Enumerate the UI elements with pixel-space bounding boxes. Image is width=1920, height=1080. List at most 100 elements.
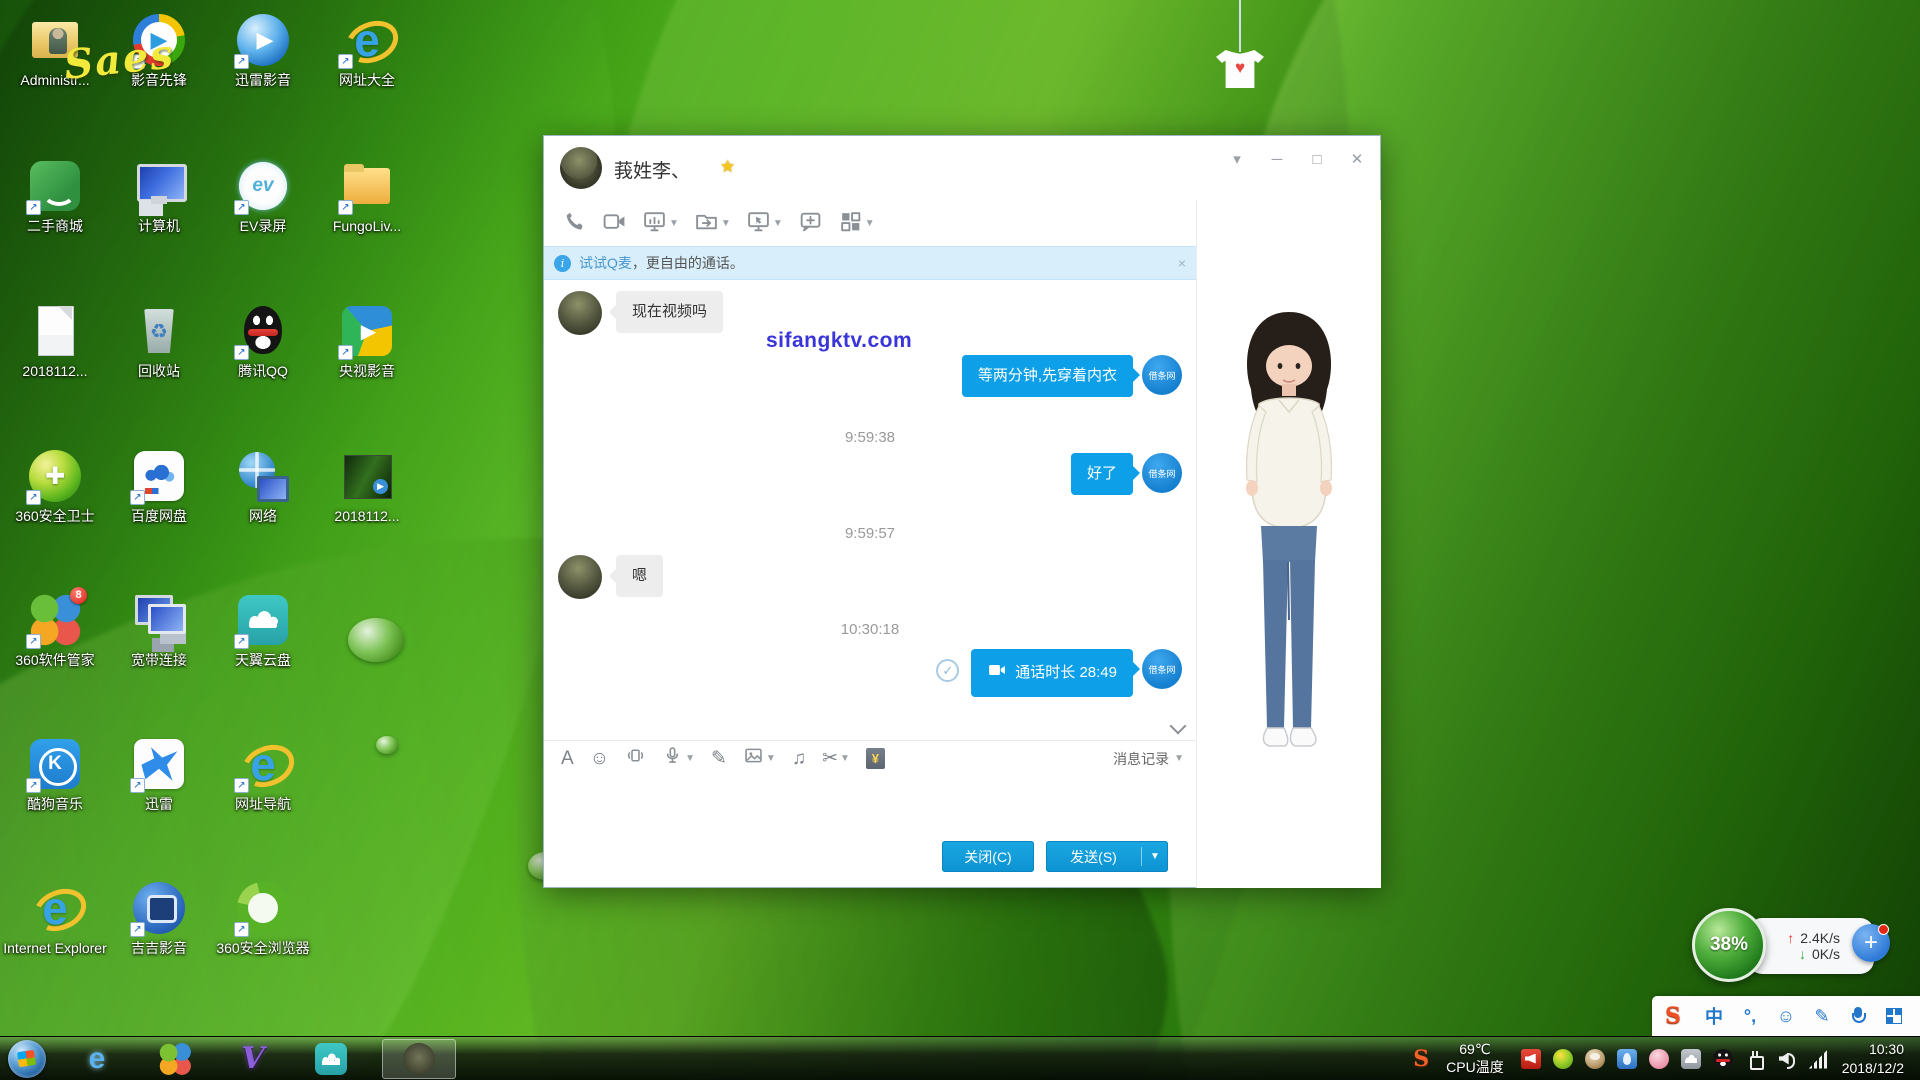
screen-share-dropdown-caret[interactable]: ▼ (669, 218, 679, 229)
desktop-icon-fungolive[interactable]: ↗FungoLiv... (315, 158, 419, 235)
ime-emoji-icon[interactable]: ☺ (1768, 1001, 1804, 1031)
file-transfer-icon[interactable]: ▼ (690, 208, 735, 238)
taskbar-button-v-player[interactable]: V (226, 1039, 280, 1079)
contact-avatar[interactable] (558, 555, 602, 599)
start-button[interactable] (8, 1040, 46, 1078)
desktop-icon-yingyin-xianfeng[interactable]: ▶↗影音先锋 (107, 12, 211, 89)
taskbar-button-sogou-browser[interactable] (148, 1039, 202, 1079)
tray-icon-announcement[interactable] (1521, 1049, 1541, 1069)
contact-avatar[interactable] (558, 291, 602, 335)
apps-dropdown-caret[interactable]: ▼ (865, 218, 875, 229)
send-image-dropdown-caret[interactable]: ▼ (766, 753, 776, 764)
desktop-icon-ershou-shangcheng[interactable]: ↗二手商城 (3, 158, 107, 235)
screen-capture-icon[interactable]: ✂▼ (817, 745, 855, 773)
tray-icon-power-plug[interactable] (1745, 1049, 1765, 1069)
desktop-icon-xunlei-yingyin[interactable]: ▶↗迅雷影音 (211, 12, 315, 89)
red-packet-icon[interactable]: ¥ (861, 745, 890, 773)
taskbar-button-cloud-drive[interactable] (304, 1039, 358, 1079)
taskbar-button-chat-window-task[interactable] (382, 1039, 456, 1079)
tray-icon-assistant[interactable] (1585, 1049, 1605, 1069)
send-button[interactable]: 发送(S) ▼ (1046, 841, 1168, 872)
companion-avatar-girl[interactable] (1211, 300, 1368, 780)
music-icon[interactable]: ♫ (787, 745, 811, 773)
sogou-logo[interactable]: S (1658, 1001, 1688, 1031)
tray-icon-qq[interactable] (1713, 1049, 1733, 1069)
scroll-to-bottom-icon[interactable] (1170, 718, 1186, 734)
sogou-tray-icon[interactable]: S (1413, 1046, 1429, 1072)
desktop-icon-xunlei[interactable]: ↗迅雷 (107, 736, 211, 813)
tray-icon-cloud-sync[interactable] (1681, 1049, 1701, 1069)
memory-usage-ball[interactable]: 38% (1692, 908, 1766, 982)
tray-icon-pc-manager[interactable] (1617, 1049, 1637, 1069)
message-input[interactable] (544, 777, 1196, 839)
history-dropdown-caret[interactable]: ▼ (1174, 753, 1184, 764)
desktop-icon-ev-luping[interactable]: ev↗EV录屏 (211, 158, 315, 235)
tray-icon-app-pink[interactable] (1649, 1049, 1669, 1069)
shake-window-icon[interactable] (620, 745, 651, 773)
desktop-icon-video-2018112[interactable]: ▶2018112... (315, 448, 419, 525)
taskbar-clock[interactable]: 10:30 2018/12/2 (1842, 1040, 1904, 1076)
close-button[interactable]: 关闭(C) (942, 841, 1034, 872)
message-history[interactable]: 现在视频吗sifangktv.com等两分钟,先穿着内衣借条网9:59:38好了… (544, 281, 1196, 740)
tray-icon-volume[interactable] (1777, 1049, 1797, 1069)
voice-call-icon[interactable] (558, 208, 591, 238)
notice-close-icon[interactable]: × (1178, 255, 1186, 271)
desktop-icon-wangzhi-daquan[interactable]: e↗网址大全 (315, 12, 419, 89)
desktop-icon-wangzhi-daohang[interactable]: e↗网址导航 (211, 736, 315, 813)
desktop-icon-jisuanji[interactable]: 计算机 (107, 158, 211, 235)
contact-avatar[interactable] (560, 147, 602, 189)
desktop-icon-tianyi-yunpan[interactable]: ↗天翼云盘 (211, 592, 315, 669)
send-options-caret-icon[interactable]: ▼ (1142, 851, 1168, 862)
remote-demo-icon[interactable]: ▼ (742, 208, 787, 238)
emoticon-icon[interactable]: ☺ (585, 745, 614, 773)
handwriting-icon[interactable]: ✎ (706, 745, 732, 773)
hanging-tshirt-widget[interactable]: ♥ (1208, 0, 1272, 100)
ime-voice-input-icon[interactable] (1840, 1001, 1876, 1031)
desktop-icon-yangshi-yingyin[interactable]: ▶↗央视影音 (315, 303, 419, 380)
self-avatar[interactable]: 借条网 (1142, 355, 1182, 395)
desktop-icon-doc-2018112[interactable]: 2018112... (3, 303, 107, 380)
desktop-icon-administrator[interactable]: Administr... (3, 12, 107, 89)
close-button[interactable]: ✕ (1344, 148, 1370, 170)
maximize-button[interactable]: □ (1304, 148, 1330, 170)
screen-capture-dropdown-caret[interactable]: ▼ (840, 753, 850, 764)
remote-demo-dropdown-caret[interactable]: ▼ (773, 218, 783, 229)
taskbar-button-internet-explorer[interactable]: e (70, 1039, 124, 1079)
accelerate-button[interactable]: + (1852, 924, 1890, 962)
voice-message-icon[interactable]: ▼ (657, 745, 700, 773)
self-avatar[interactable]: 借条网 (1142, 453, 1182, 493)
tray-icon-network-signal[interactable] (1809, 1049, 1829, 1069)
desktop-icon-wangluo[interactable]: 网络 (211, 448, 315, 525)
ime-lang-zh-icon[interactable]: 中 (1696, 1001, 1732, 1031)
desktop-icon-kuandai-lianjie[interactable]: 宽带连接 (107, 592, 211, 669)
message-history-button[interactable]: 消息记录▼ (1113, 749, 1184, 769)
window-titlebar[interactable]: 莪姓李、 ★ ▾─□✕ (544, 136, 1380, 200)
video-call-icon[interactable] (598, 208, 631, 238)
desktop-icon-internet-explorer[interactable]: eInternet Explorer (3, 880, 107, 957)
minimize-button[interactable]: ─ (1264, 148, 1290, 170)
desktop-icon-360-anquan-liulanqi[interactable]: ↗360安全浏览器 (211, 880, 315, 957)
screen-share-icon[interactable]: ▼ (638, 208, 683, 238)
apps-icon[interactable]: ▼ (834, 208, 879, 238)
desktop-icon-360-anquan-weishi[interactable]: ✚↗360安全卫士 (3, 448, 107, 525)
send-image-icon[interactable]: ▼ (738, 745, 781, 773)
file-transfer-dropdown-caret[interactable]: ▼ (721, 218, 731, 229)
desktop-icon-360-ruanjian-guanjia[interactable]: 8↗360软件管家 (3, 592, 107, 669)
self-avatar[interactable]: 借条网 (1142, 649, 1182, 689)
ime-handwriting-icon[interactable]: ✎ (1804, 1001, 1840, 1031)
voice-message-dropdown-caret[interactable]: ▼ (685, 753, 695, 764)
jiji-yingyin-icon: ↗ (131, 880, 187, 936)
tray-icon-360-security[interactable] (1553, 1049, 1573, 1069)
net-speed-monitor[interactable]: ↑2.4K/s ↓0K/s 38% + (1692, 908, 1902, 988)
desktop-icon-huishouzhan[interactable]: ♻回收站 (107, 303, 211, 380)
ime-toolbox-icon[interactable] (1876, 1001, 1912, 1031)
ime-punctuation-icon[interactable]: °, (1732, 1001, 1768, 1031)
pulldown-button[interactable]: ▾ (1224, 148, 1250, 170)
desktop-icon-baidu-wangpan[interactable]: ↗百度网盘 (107, 448, 211, 525)
desktop-icon-kugou-yinyue[interactable]: K↗酷狗音乐 (3, 736, 107, 813)
qmai-link[interactable]: 试试Q麦 (579, 253, 632, 273)
desktop-icon-jiji-yingyin[interactable]: ↗吉吉影音 (107, 880, 211, 957)
create-group-icon[interactable] (794, 208, 827, 238)
desktop-icon-tengxun-qq[interactable]: ↗腾讯QQ (211, 303, 315, 380)
font-icon[interactable]: A (556, 745, 579, 773)
